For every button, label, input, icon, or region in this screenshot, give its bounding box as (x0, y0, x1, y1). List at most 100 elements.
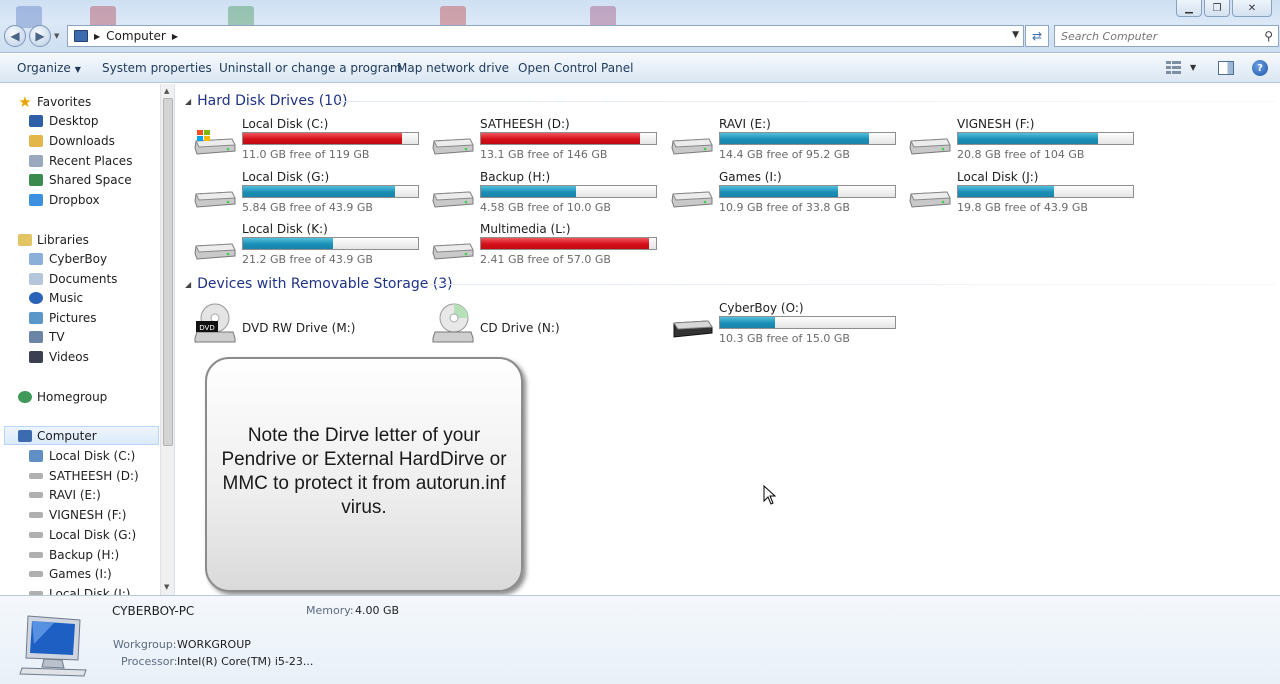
drive-item[interactable]: Local Disk (G:) 5.84 GB free of 43.9 GB (193, 170, 429, 220)
usb-drive-icon (673, 320, 713, 338)
drive-item[interactable]: Multimedia (L:) 2.41 GB free of 57.0 GB (431, 222, 667, 272)
nav-item-dropbox[interactable]: Dropbox (29, 190, 100, 209)
nav-item-downloads[interactable]: Downloads (29, 131, 115, 150)
close-button[interactable]: ✕ (1232, 0, 1272, 17)
processor-value: Intel(R) Core(TM) i5-23... (177, 655, 314, 668)
back-button[interactable]: ◀ (4, 25, 26, 47)
drive-usage-fill (720, 317, 775, 328)
nav-label: Local Disk (C:) (49, 448, 136, 463)
open-control-panel-button[interactable]: Open Control Panel (518, 61, 633, 75)
drive-item[interactable]: Backup (H:) 4.58 GB free of 10.0 GB (431, 170, 667, 220)
drive-item[interactable]: RAVI (E:) 14.4 GB free of 95.2 GB (670, 117, 906, 167)
nav-item-cyberboy[interactable]: CyberBoy (29, 249, 107, 268)
refresh-button[interactable]: ⇄ (1025, 25, 1049, 47)
breadcrumb-computer[interactable]: Computer (106, 29, 166, 43)
drive-name: Backup (H:) (480, 170, 551, 184)
drive-usage-fill (243, 238, 334, 249)
nav-item-tv[interactable]: TV (29, 327, 65, 346)
nav-libraries[interactable]: Libraries (18, 230, 89, 249)
drive-usage-fill (481, 133, 641, 144)
forward-button[interactable]: ▶ (29, 25, 51, 47)
recent-pages-dropdown[interactable]: ▼ (54, 32, 59, 40)
drive-usage-bar (957, 185, 1134, 198)
minimize-button[interactable]: ▁ (1176, 0, 1202, 17)
drive-item[interactable]: Local Disk (J:) 19.8 GB free of 43.9 GB (908, 170, 1144, 220)
nav-item-drive[interactable]: Backup (H:) (29, 545, 119, 564)
restore-button[interactable]: ❐ (1204, 0, 1230, 17)
uninstall-program-button[interactable]: Uninstall or change a program (219, 61, 402, 75)
nav-item-shared-space[interactable]: Shared Space (29, 170, 132, 189)
drive-free-space: 11.0 GB free of 119 GB (242, 148, 370, 161)
drive-free-space: 4.58 GB free of 10.0 GB (480, 201, 611, 214)
nav-item-drive[interactable]: Local Disk (C:) (29, 446, 135, 465)
search-box[interactable]: ⚲ (1054, 25, 1279, 47)
nav-item-drive[interactable]: VIGNESH (F:) (29, 505, 126, 524)
drive-usage-bar (480, 237, 657, 250)
organize-button[interactable]: Organize ▼ (17, 61, 81, 75)
address-bar[interactable]: ▶ Computer ▶ ▼ (67, 25, 1024, 47)
help-icon[interactable]: ? (1252, 60, 1268, 76)
nav-item-pictures[interactable]: Pictures (29, 308, 97, 327)
drive-free-space: 2.41 GB free of 57.0 GB (480, 253, 611, 266)
scroll-up-icon[interactable]: ▲ (164, 87, 169, 95)
mouse-cursor-icon (763, 485, 777, 505)
drive-item[interactable]: Games (I:) 10.9 GB free of 33.8 GB (670, 170, 906, 220)
navigation-scrollbar[interactable]: ▲ ▼ (160, 84, 174, 595)
address-history-dropdown[interactable]: ▼ (1012, 30, 1019, 40)
hard-disk-drives-header[interactable]: ◢ Hard Disk Drives (10) (185, 93, 347, 109)
system-properties-button[interactable]: System properties (102, 61, 212, 75)
nav-label: Videos (49, 349, 89, 364)
nav-label: VIGNESH (F:) (49, 507, 127, 522)
search-icon[interactable]: ⚲ (1264, 29, 1273, 43)
nav-item-drive[interactable]: Local Disk (G:) (29, 525, 136, 544)
drive-item[interactable]: VIGNESH (F:) 20.8 GB free of 104 GB (908, 117, 1144, 167)
removable-storage-header[interactable]: ◢ Devices with Removable Storage (3) (185, 276, 453, 292)
breadcrumb-chevron-icon[interactable]: ▶ (94, 32, 100, 41)
drive-item-cd[interactable]: CD Drive (N:) (431, 302, 667, 352)
memory-label: Memory: (306, 604, 354, 617)
view-options-dropdown[interactable]: ▼ (1190, 63, 1196, 72)
nav-item-documents[interactable]: Documents (29, 269, 117, 288)
drive-free-space: 5.84 GB free of 43.9 GB (242, 201, 373, 214)
nav-item-drive[interactable]: Games (I:) (29, 564, 112, 583)
collapse-triangle-icon[interactable]: ◢ (185, 97, 191, 106)
drive-usage-bar (242, 132, 419, 145)
nav-item-recent-places[interactable]: Recent Places (29, 151, 132, 170)
scrollbar-thumb[interactable] (163, 98, 173, 446)
drive-item[interactable]: Local Disk (K:) 21.2 GB free of 43.9 GB (193, 222, 429, 272)
breadcrumb-chevron-icon[interactable]: ▶ (172, 32, 178, 41)
nav-label: Music (49, 290, 84, 305)
tv-icon (29, 330, 43, 343)
drive-usage-bar (480, 132, 657, 145)
hard-drive-icon (29, 511, 43, 518)
drive-item[interactable]: Local Disk (C:) 11.0 GB free of 119 GB (193, 117, 429, 167)
scroll-down-icon[interactable]: ▼ (164, 583, 169, 591)
nav-item-videos[interactable]: Videos (29, 347, 89, 366)
drive-item[interactable]: SATHEESH (D:) 13.1 GB free of 146 GB (431, 117, 667, 167)
chevron-down-icon: ▼ (74, 65, 81, 74)
nav-favorites[interactable]: ★ Favorites (18, 92, 91, 111)
change-view-icon[interactable] (1166, 61, 1182, 75)
drive-usage-fill (720, 186, 839, 197)
star-icon: ★ (18, 92, 32, 111)
drive-item-usb[interactable]: CyberBoy (O:) 10.3 GB free of 15.0 GB (670, 301, 906, 351)
map-network-drive-button[interactable]: Map network drive (397, 61, 509, 75)
nav-item-desktop[interactable]: Desktop (29, 111, 99, 130)
nav-item-music[interactable]: Music (29, 288, 83, 307)
drive-usage-bar (719, 316, 896, 329)
preview-pane-icon[interactable] (1218, 61, 1234, 75)
search-input[interactable] (1061, 29, 1251, 43)
collapse-triangle-icon[interactable]: ◢ (185, 280, 191, 289)
details-pane: CYBERBOY-PC Memory: 4.00 GB Workgroup: W… (0, 595, 1280, 684)
nav-item-drive[interactable]: RAVI (E:) (29, 485, 101, 504)
drive-item-dvd[interactable]: DVD DVD RW Drive (M:) (193, 302, 429, 352)
nav-item-drive[interactable]: SATHEESH (D:) (29, 466, 139, 485)
hard-drive-icon (29, 491, 43, 498)
drive-free-space: 19.8 GB free of 43.9 GB (957, 201, 1088, 214)
nav-item-drive[interactable]: Local Disk (J:) (29, 584, 130, 595)
nav-label: Backup (H:) (49, 547, 120, 562)
nav-computer[interactable]: Computer (4, 426, 159, 445)
nav-homegroup[interactable]: Homegroup (18, 387, 107, 406)
callout-text: Note the Dirve letter of your Pendrive o… (221, 424, 507, 518)
nav-label: Favorites (37, 94, 92, 109)
